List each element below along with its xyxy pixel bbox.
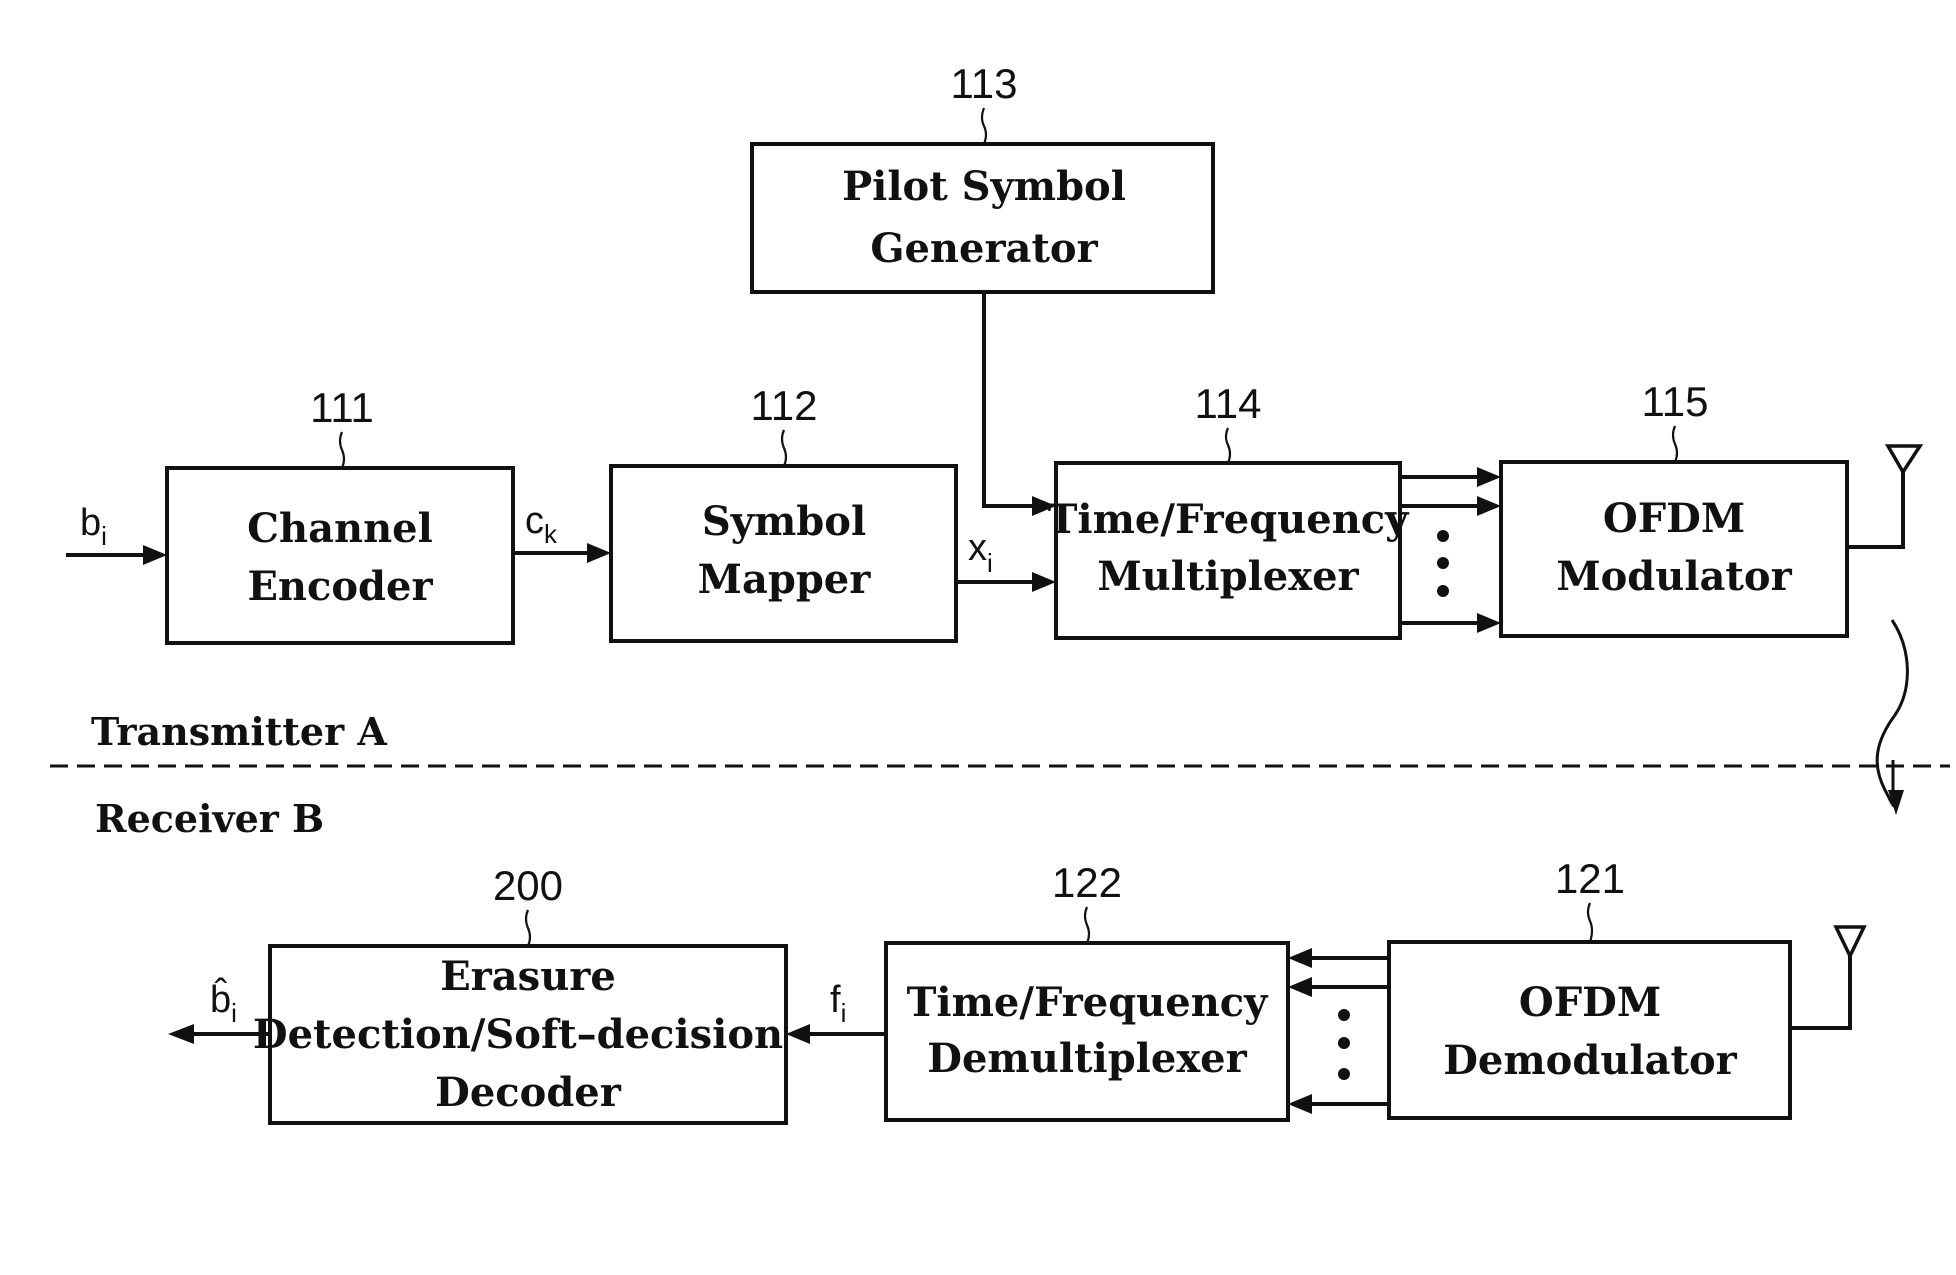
ref-number-114: 114 (1195, 380, 1262, 427)
block-erasure-decoder: Erasure Detection/Soft–decision Decoder … (253, 862, 788, 1125)
section-label-receiver: Receiver B (95, 796, 324, 841)
ellipsis-dot (1437, 530, 1449, 542)
mux-box (1054, 461, 1402, 640)
mux-label-line1: Time/Frequency (1048, 496, 1411, 543)
decoder-label-line1: Erasure (440, 953, 616, 1000)
demodulator-label-line2: Demodulator (1443, 1037, 1737, 1084)
ellipsis-dot (1338, 1037, 1350, 1049)
encoder-label-line1: Channel (247, 505, 433, 552)
decoder-label-line3: Decoder (435, 1069, 622, 1116)
leader-line (1224, 427, 1232, 464)
ref-number-115: 115 (1642, 378, 1709, 425)
decoder-label-line2: Detection/Soft–decision (253, 1011, 783, 1058)
ellipsis-dot (1338, 1068, 1350, 1080)
arrowhead (143, 545, 167, 565)
modulator-label-line1: OFDM (1603, 495, 1745, 542)
block-channel-encoder: Channel Encoder 111 (165, 384, 515, 645)
pilot-label-line2: Generator (870, 225, 1098, 272)
ellipsis-dot (1437, 585, 1449, 597)
ref-number-200: 200 (493, 862, 563, 909)
demux-label-line1: Time/Frequency (907, 979, 1270, 1026)
block-diagram: Pilot Symbol Generator 113 Channel Encod… (50, 60, 1950, 1125)
section-label-transmitter: Transmitter A (91, 709, 387, 754)
demux-label-line2: Demultiplexer (927, 1035, 1247, 1082)
mux-label-line2: Multiplexer (1097, 553, 1359, 600)
signal-label-coded: ck (525, 500, 558, 549)
leader-line (1671, 425, 1679, 463)
signal-label-output: b̂i (210, 977, 237, 1028)
block-time-frequency-demultiplexer: Time/Frequency Demultiplexer 122 (884, 859, 1290, 1122)
block-time-frequency-multiplexer: Time/Frequency Multiplexer 114 (1048, 380, 1411, 640)
block-ofdm-modulator: OFDM Modulator 115 (1499, 378, 1849, 638)
wireless-channel-icon (1875, 619, 1909, 815)
pilot-label-line1: Pilot Symbol (842, 163, 1126, 210)
ellipsis-dot (1338, 1009, 1350, 1021)
demodulator-box (1387, 940, 1792, 1120)
encoder-label-line2: Encoder (247, 563, 433, 610)
leader-line (1083, 906, 1091, 944)
arrowhead (1288, 948, 1312, 968)
demodulator-label-line1: OFDM (1519, 979, 1661, 1026)
modulator-box (1499, 460, 1849, 638)
block-pilot-symbol-generator: Pilot Symbol Generator 113 (750, 60, 1215, 294)
leader-line (338, 431, 346, 469)
leader-line (780, 429, 788, 467)
arrowhead (1477, 467, 1501, 487)
encoder-box (165, 466, 515, 645)
ref-number-122: 122 (1052, 859, 1122, 906)
arrowhead (786, 1024, 810, 1044)
leader-line (524, 909, 532, 947)
ref-number-111: 111 (310, 384, 374, 431)
leader-line (980, 107, 988, 145)
arrowhead (1477, 613, 1501, 633)
arrowhead (1288, 1094, 1312, 1114)
transmit-antenna-icon (1847, 444, 1924, 549)
mapper-box (609, 464, 958, 643)
arrowhead (1032, 572, 1056, 592)
mapper-label-line2: Mapper (698, 556, 872, 603)
arrowhead (587, 543, 611, 563)
demux-box (884, 941, 1290, 1122)
block-ofdm-demodulator: OFDM Demodulator 121 (1387, 855, 1792, 1120)
arrowhead (1288, 977, 1312, 997)
pilot-to-mux-wire (982, 292, 1044, 508)
ref-number-121: 121 (1555, 855, 1625, 902)
signal-label-demuxed: fi (830, 979, 846, 1028)
leader-line (1586, 902, 1594, 943)
ref-number-113: 113 (951, 60, 1018, 107)
modulator-label-line2: Modulator (1556, 553, 1792, 600)
signal-label-input: bi (80, 502, 107, 551)
ref-number-112: 112 (751, 382, 818, 429)
signal-label-symbols: xi (968, 527, 993, 578)
arrowhead (1477, 496, 1501, 516)
block-symbol-mapper: Symbol Mapper 112 (609, 382, 958, 643)
receive-antenna-icon (1790, 925, 1867, 1030)
mapper-label-line1: Symbol (702, 498, 866, 545)
arrowhead (168, 1024, 194, 1044)
ellipsis-dot (1437, 557, 1449, 569)
